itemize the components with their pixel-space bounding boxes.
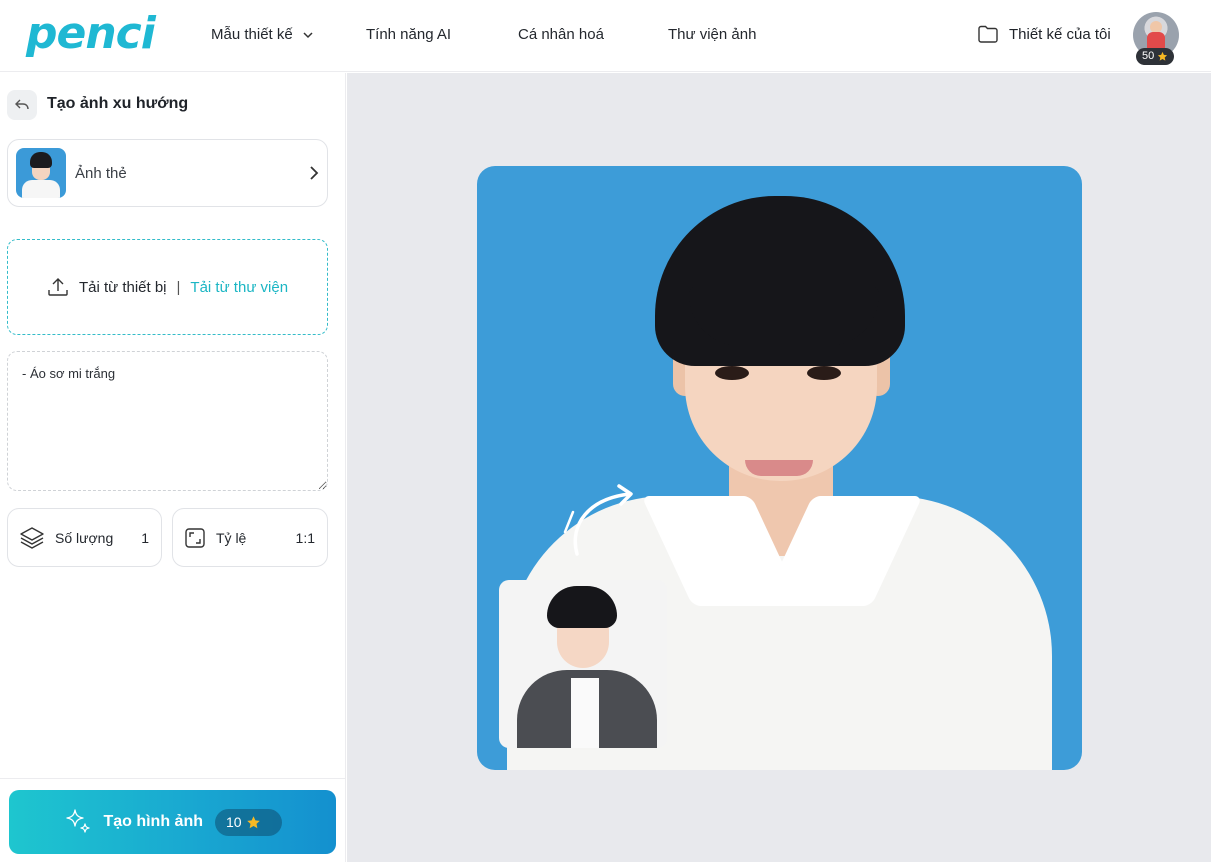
nav-templates-label: Mẫu thiết kế — [211, 26, 293, 43]
chevron-right-icon — [310, 166, 319, 180]
bottom-action-bar: Tạo hình ảnh 10 — [0, 778, 346, 862]
quantity-label: Số lượng — [55, 529, 114, 546]
nav-templates[interactable]: Mẫu thiết kế — [211, 26, 313, 43]
quantity-selector[interactable]: Số lượng 1 — [7, 508, 162, 567]
upload-separator: | — [176, 278, 181, 296]
upload-from-device[interactable]: Tải từ thiết bị — [47, 277, 167, 297]
penci-logo[interactable]: penci — [26, 8, 156, 60]
sparkles-icon — [66, 809, 91, 833]
star-icon — [246, 815, 260, 828]
style-label: Ảnh thẻ — [75, 164, 127, 182]
folder-icon — [978, 25, 998, 43]
star-balance-badge: 50 — [1136, 48, 1175, 65]
aspect-ratio-icon — [184, 527, 206, 549]
panel-title: Tạo ảnh xu hướng — [47, 95, 189, 112]
back-icon — [15, 99, 29, 110]
ratio-selector[interactable]: Tỷ lệ 1:1 — [172, 508, 328, 567]
upload-device-label: Tải từ thiết bị — [78, 278, 167, 296]
quantity-value: 1 — [141, 529, 149, 546]
preview-canvas — [347, 73, 1211, 862]
preview-image — [477, 166, 1082, 770]
upload-area[interactable]: Tải từ thiết bị | Tải từ thư viện — [7, 239, 328, 335]
upload-icon — [48, 278, 68, 296]
star-balance: 50 — [1142, 50, 1155, 62]
layers-icon — [19, 526, 45, 550]
ratio-value: 1:1 — [295, 529, 315, 546]
generate-image-button[interactable]: Tạo hình ảnh 10 — [9, 790, 336, 854]
star-icon — [1158, 51, 1168, 61]
my-designs-label: Thiết kế của tôi — [1009, 25, 1111, 43]
style-selector[interactable]: Ảnh thẻ — [7, 139, 328, 207]
generate-label: Tạo hình ảnh — [103, 813, 203, 830]
ratio-label: Tỷ lệ — [216, 529, 247, 546]
back-button[interactable] — [7, 90, 37, 120]
top-header: penci Mẫu thiết kế Tính năng AI Cá nhân … — [0, 0, 1211, 72]
left-panel: Tạo ảnh xu hướng Ảnh thẻ Tải từ thiết bị… — [0, 73, 346, 862]
nav-photo-library[interactable]: Thư viện ảnh — [668, 26, 756, 43]
nav-personalize[interactable]: Cá nhân hoá — [518, 26, 604, 43]
upload-from-library[interactable]: Tải từ thư viện — [190, 279, 288, 296]
chevron-down-icon — [303, 32, 313, 38]
style-thumbnail — [16, 148, 66, 198]
curved-arrow-icon — [563, 484, 633, 556]
generate-cost-badge: 10 — [214, 808, 282, 836]
prompt-textarea[interactable]: - Áo sơ mi trắng — [7, 351, 328, 491]
my-designs-link[interactable]: Thiết kế của tôi — [977, 24, 1111, 44]
source-photo-thumbnail — [499, 580, 667, 748]
generate-cost: 10 — [225, 814, 242, 830]
nav-ai-features[interactable]: Tính năng AI — [366, 26, 451, 43]
